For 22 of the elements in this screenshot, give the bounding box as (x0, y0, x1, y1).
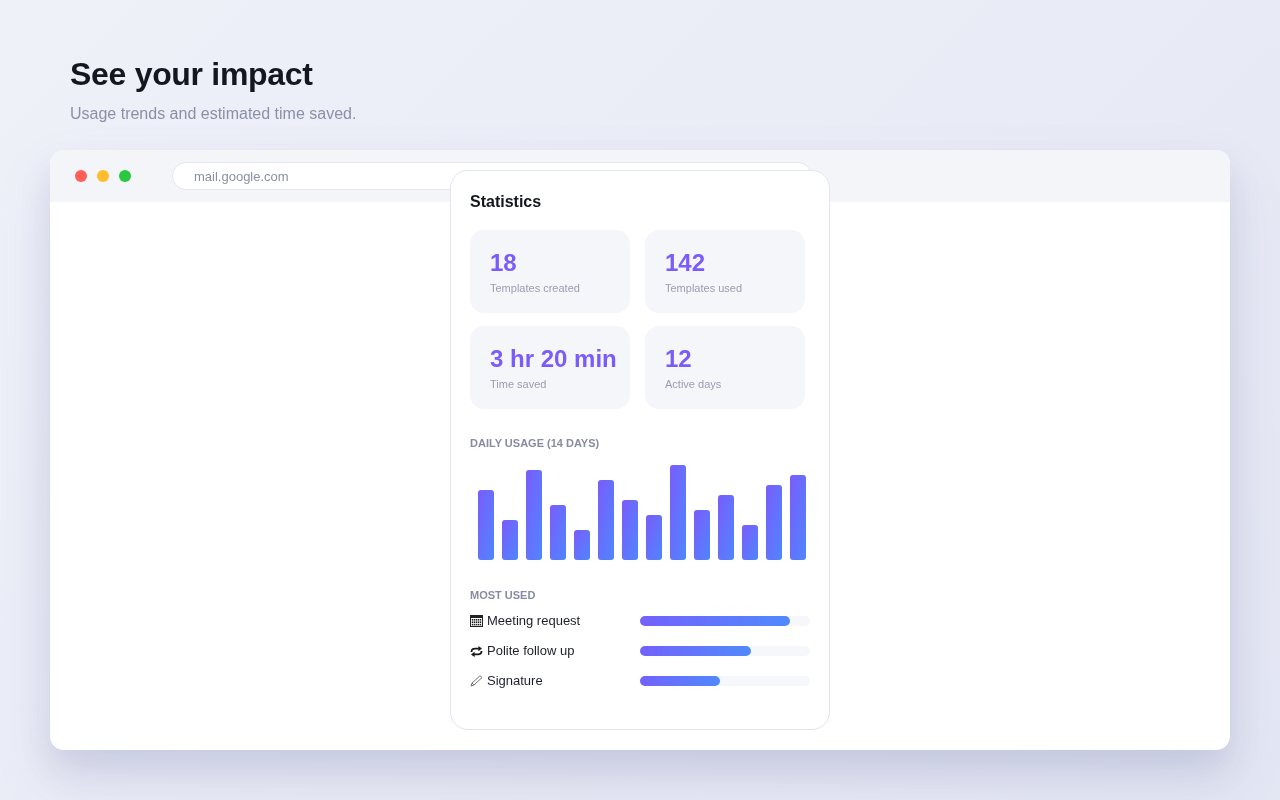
minimize-dot-icon[interactable] (97, 170, 109, 182)
stat-value: 142 (665, 248, 706, 278)
stat-value: 18 (490, 248, 517, 278)
template-name: Signature (487, 673, 543, 689)
template-name: Polite follow up (487, 643, 575, 659)
stat-label: Templates created (490, 281, 580, 295)
page-title: See your impact (70, 55, 313, 94)
page-subtitle: Usage trends and estimated time saved. (70, 104, 357, 124)
section-heading: DAILY USAGE (14 DAYS) (470, 436, 600, 450)
stat-label: Active days (665, 377, 722, 391)
section-heading: MOST USED (470, 588, 536, 602)
calendar-icon (470, 615, 483, 627)
stat-label: Time saved (490, 377, 547, 391)
template-name: Meeting request (487, 613, 581, 629)
close-dot-icon[interactable] (75, 170, 87, 182)
maximize-dot-icon[interactable] (119, 170, 131, 182)
card-title: Statistics (470, 192, 542, 212)
pen-icon (470, 675, 483, 687)
repeat-arrows-icon (470, 645, 483, 657)
stat-value: 12 (665, 344, 692, 374)
stat-label: Templates used (665, 281, 743, 295)
stat-value: 3 hr 20 min (490, 344, 617, 374)
